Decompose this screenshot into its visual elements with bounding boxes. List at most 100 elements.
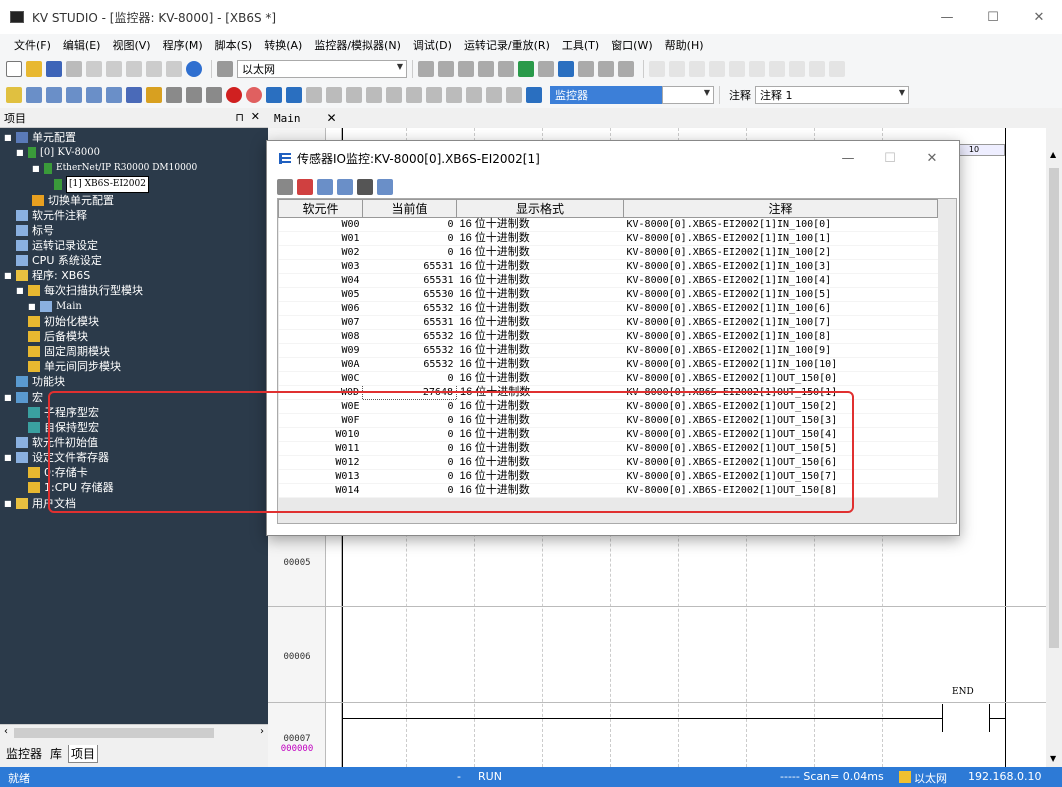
tab-library[interactable]: 库 [48, 745, 64, 762]
col-format[interactable]: 显示格式 [456, 199, 624, 218]
pin-icon[interactable]: ⊓ [235, 111, 244, 124]
format-cell[interactable]: 16 位十进制数 [456, 231, 624, 246]
tree-item-scan-modules[interactable]: ■ 每次扫描执行型模块 [16, 283, 143, 298]
step-fwd-icon[interactable] [386, 87, 402, 103]
col-device[interactable]: 软元件 [278, 199, 363, 218]
comment-cell[interactable]: KV-8000[0].XB6S-EI2002[1]IN_100[9] [623, 343, 938, 358]
table-row[interactable]: W02 0 16 位十进制数 KV-8000[0].XB6S-EI2002[1]IN_… [278, 245, 938, 260]
tree-item-init-module[interactable]: 初始化模块 [28, 314, 99, 329]
editor-vscrollbar[interactable]: ▲ ▼ [1046, 128, 1062, 767]
comment-cell[interactable]: KV-8000[0].XB6S-EI2002[1]IN_100[0] [623, 217, 938, 232]
collapse-icon[interactable]: ■ [4, 390, 13, 405]
add-device-icon[interactable] [277, 179, 293, 195]
contact-f8-icon[interactable] [769, 61, 785, 77]
zoom-icon[interactable] [498, 61, 514, 77]
menu-program[interactable]: 程序(M) [163, 37, 203, 53]
menu-edit[interactable]: 编辑(E) [63, 37, 101, 53]
contact-f5-icon[interactable] [709, 61, 725, 77]
format-cell[interactable]: 16 位十进制数 [456, 217, 624, 232]
chart-icon[interactable] [86, 87, 102, 103]
insert-row-icon[interactable] [317, 179, 333, 195]
step-back-icon[interactable] [346, 87, 362, 103]
contact-f9-icon[interactable] [809, 61, 825, 77]
expand-icon[interactable]: ■ [28, 299, 37, 314]
menu-script[interactable]: 脚本(S) [215, 37, 253, 53]
tool-c-icon[interactable] [206, 87, 222, 103]
collapse-icon[interactable]: ■ [16, 283, 25, 298]
contact-b-icon[interactable] [669, 61, 685, 77]
menu-tools[interactable]: 工具(T) [562, 37, 599, 53]
scroll-thumb[interactable] [1049, 168, 1059, 648]
scroll-up-icon[interactable]: ▲ [1050, 150, 1056, 159]
table-icon[interactable] [106, 87, 122, 103]
table-row[interactable]: W0A 65532 16 位十进制数 KV-8000[0].XB6S-EI2002[1… [278, 357, 938, 372]
comment-icon[interactable] [66, 87, 82, 103]
tree-item-label[interactable]: 标号 [16, 223, 54, 238]
tree-item-sync-module[interactable]: 单元间同步模块 [28, 359, 121, 374]
mem-icon[interactable] [618, 61, 634, 77]
collapse-icon[interactable]: ■ [4, 268, 13, 283]
contact-f7-icon[interactable] [749, 61, 765, 77]
record-icon[interactable] [226, 87, 242, 103]
timer-icon[interactable] [506, 87, 522, 103]
device-cell[interactable]: W03 [278, 259, 363, 274]
minimize-button[interactable]: — [924, 0, 970, 34]
print-icon[interactable] [66, 61, 82, 77]
collapse-icon[interactable]: ■ [32, 161, 41, 176]
paste-icon[interactable] [126, 61, 142, 77]
tree-item-ethernetip[interactable]: ■ EtherNet/IP R30000 DM10000 [32, 161, 197, 176]
expand-icon[interactable]: ■ [4, 496, 13, 511]
device-cell[interactable]: W02 [278, 245, 363, 260]
menu-operation-record[interactable]: 运转记录/重放(R) [464, 37, 550, 53]
scroll-right-icon[interactable]: › [260, 726, 264, 737]
list-icon[interactable] [26, 87, 42, 103]
tree-item-backup-module[interactable]: 后备模块 [28, 329, 88, 344]
comment-cell[interactable]: KV-8000[0].XB6S-EI2002[1]IN_100[3] [623, 259, 938, 274]
format-cell[interactable]: 16 位十进制数 [456, 315, 624, 330]
menu-monitor[interactable]: 监控器/模拟器(N) [314, 37, 401, 53]
cut-icon[interactable] [86, 61, 102, 77]
fast-fwd-icon[interactable] [406, 87, 422, 103]
format-cell[interactable]: 16 位十进制数 [456, 259, 624, 274]
value-cell[interactable]: 0 [362, 371, 457, 386]
tab-monitor[interactable]: 监控器 [4, 745, 44, 762]
scroll-down-icon[interactable]: ▼ [1050, 754, 1056, 763]
maximize-button[interactable]: ☐ [970, 0, 1016, 34]
batch-monitor-icon[interactable] [538, 61, 554, 77]
monitor-icon[interactable] [478, 61, 494, 77]
play-icon[interactable] [266, 87, 282, 103]
trend-icon[interactable] [558, 61, 574, 77]
value-cell[interactable]: 65532 [362, 329, 457, 344]
unit-monitor-icon[interactable] [578, 61, 594, 77]
read-from-plc-icon[interactable] [438, 61, 454, 77]
format-cell[interactable]: 16 位十进制数 [456, 371, 624, 386]
end-instruction[interactable] [942, 704, 990, 732]
help-icon[interactable] [186, 61, 202, 77]
tree-item-fixed-cycle[interactable]: 固定周期模块 [28, 344, 110, 359]
device-cell[interactable]: W01 [278, 231, 363, 246]
unit-icon[interactable] [126, 87, 142, 103]
comment-cell[interactable]: KV-8000[0].XB6S-EI2002[1]OUT_150[0] [623, 371, 938, 386]
delete-device-icon[interactable] [297, 179, 313, 195]
table-row[interactable]: W0C 0 16 位十进制数 KV-8000[0].XB6S-EI2002[1]OUT… [278, 371, 938, 386]
open-folder-icon[interactable] [26, 61, 42, 77]
find-icon[interactable] [166, 61, 182, 77]
device-cell[interactable]: W0C [278, 371, 363, 386]
tree-item-main[interactable]: ■ Main [28, 299, 82, 314]
table-row[interactable]: W00 0 16 位十进制数 KV-8000[0].XB6S-EI2002[1]IN_… [278, 217, 938, 232]
menu-convert[interactable]: 转换(A) [264, 37, 302, 53]
menu-file[interactable]: 文件(F) [14, 37, 51, 53]
indent-icon[interactable] [46, 87, 62, 103]
device-cell[interactable]: W0A [278, 357, 363, 372]
register-icon[interactable] [518, 61, 534, 77]
value-cell[interactable]: 65531 [362, 259, 457, 274]
insert-col-icon[interactable] [337, 179, 353, 195]
close-button[interactable]: ✕ [1016, 0, 1062, 34]
comment-cell[interactable]: KV-8000[0].XB6S-EI2002[1]IN_100[6] [623, 301, 938, 316]
tree-item-device-comment[interactable]: 软元件注释 [16, 208, 87, 223]
device-cell[interactable]: W07 [278, 315, 363, 330]
format-cell[interactable]: 16 位十进制数 [456, 343, 624, 358]
table-row[interactable]: W01 0 16 位十进制数 KV-8000[0].XB6S-EI2002[1]IN_… [278, 231, 938, 246]
device-cell[interactable]: W00 [278, 217, 363, 232]
print-preview-icon[interactable] [146, 61, 162, 77]
